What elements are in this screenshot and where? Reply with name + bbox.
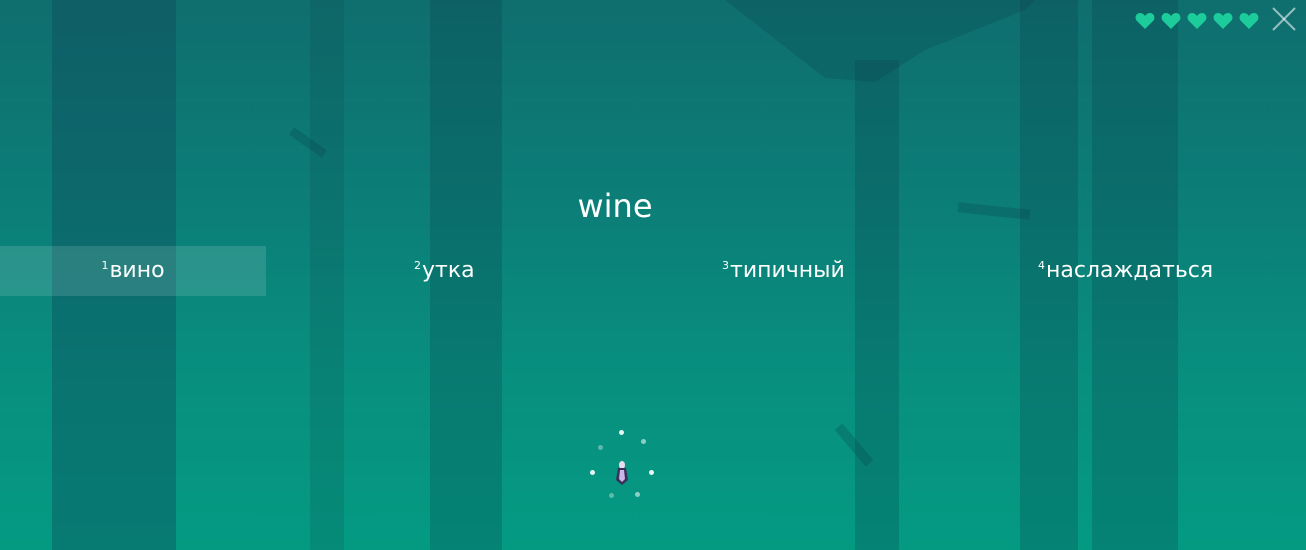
tree-trunk xyxy=(855,60,899,550)
tree-canopy xyxy=(725,0,1035,82)
loading-spinner xyxy=(582,422,662,504)
spinner-dot xyxy=(609,493,614,498)
game-stage: wine 1вино 2утка 3типичный 4наслаждаться xyxy=(0,0,1306,550)
answer-text: вино xyxy=(109,258,165,283)
heart-icon xyxy=(1187,12,1207,30)
close-button[interactable] xyxy=(1269,4,1299,34)
prompt-word: wine xyxy=(577,187,653,225)
answer-text: утка xyxy=(422,258,475,283)
answer-number: 3 xyxy=(722,259,729,272)
spinner-dot xyxy=(619,430,624,435)
answer-number: 1 xyxy=(101,259,109,272)
spinner-dot xyxy=(641,439,646,444)
answer-option-2[interactable]: 2утка xyxy=(414,246,475,296)
heart-icon xyxy=(1213,12,1233,30)
answer-number: 2 xyxy=(414,259,421,272)
answer-option-3[interactable]: 3типичный xyxy=(722,246,845,296)
character-icon xyxy=(616,461,628,485)
answer-text: типичный xyxy=(730,258,845,283)
answer-text: наслаждаться xyxy=(1046,258,1214,283)
answer-options: 1вино 2утка 3типичный 4наслаждаться xyxy=(0,246,1306,296)
lives-indicator xyxy=(1135,12,1259,30)
heart-icon xyxy=(1161,12,1181,30)
answer-number: 4 xyxy=(1038,259,1045,272)
answer-option-1[interactable]: 1вино xyxy=(0,246,266,296)
spinner-dot xyxy=(635,492,640,497)
spinner-dot xyxy=(649,470,654,475)
spinner-dot xyxy=(590,470,595,475)
heart-icon xyxy=(1135,12,1155,30)
heart-icon xyxy=(1239,12,1259,30)
spinner-dot xyxy=(598,445,603,450)
close-icon xyxy=(1272,7,1296,31)
answer-option-4[interactable]: 4наслаждаться xyxy=(1038,246,1213,296)
